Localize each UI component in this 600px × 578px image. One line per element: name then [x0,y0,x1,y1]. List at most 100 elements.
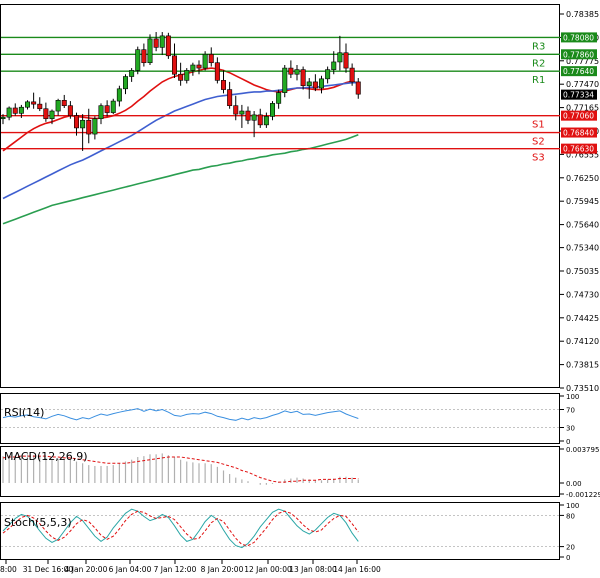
candle-body-down [172,55,178,75]
price-tick-label: 0.75945 [566,197,599,206]
candle-body-up [135,49,141,71]
candle-body-up [337,52,343,63]
candle-body-down [208,53,214,64]
candle-body-down [104,105,110,113]
candle-body-up [331,61,337,70]
candle-body-up [147,38,153,64]
time-axis: 08:0031 Dec 16:004 Jan 20:006 Jan 04:007… [0,560,381,574]
time-tick-label: 14 Jan 16:00 [333,565,381,574]
level-name-r3: R3 [532,41,545,52]
indicator-tick-label: 0 [566,438,570,446]
candle-body-down [12,107,18,114]
candle-body-up [294,69,300,75]
candle-body-down [178,73,184,81]
level-name-r1: R1 [532,75,545,86]
candle-body-down [165,35,171,57]
chart-canvas: 0.783850.780800.777750.774700.771650.768… [0,4,600,574]
candle-body-up [190,64,196,71]
indicator-tick-label: 0 [566,554,570,562]
candle-body-up [318,78,324,89]
level-price-label: 0.76630 [563,145,594,154]
candle-body-up [325,69,331,80]
candle-body-up [276,92,282,104]
candle-body-up [0,116,6,120]
candle-body-down [214,62,220,81]
candle-body-down [61,100,67,106]
candle-body-up [24,101,30,108]
rsi-panel: 100 70 30 0 RSI(14) [0,393,579,446]
price-panel-frame [0,4,560,388]
candle-body-down [227,89,233,106]
time-tick-label: 08:00 [0,565,17,574]
candle-body-up [251,114,257,121]
candle-body-down [349,67,355,83]
stoch-panel-frame [0,502,560,560]
candle-body-down [196,64,202,69]
level-price-label: 0.77860 [563,50,594,59]
time-tick-label: 4 Jan 20:00 [65,565,108,574]
time-tick-label: 13 Jan 08:00 [289,565,337,574]
price-tick-label: 0.76250 [566,174,599,183]
level-name-s2: S2 [532,137,545,148]
candle-body-up [263,116,269,126]
rsi-panel-frame [0,393,560,444]
candle-body-up [116,88,122,102]
candle-body-down [300,69,306,87]
price-tick-label: 0.78385 [566,10,599,19]
candle-body-up [306,81,312,87]
candle-body-down [141,49,147,64]
candle-body-down [233,105,239,115]
level-name-s3: S3 [532,153,545,164]
candle-body-down [31,101,37,105]
candle-body-down [153,38,159,48]
candle-body-down [37,103,43,110]
price-tick-label: 0.73815 [566,361,599,370]
candle-body-down [67,105,73,116]
level-price-label: 0.76840 [563,129,594,138]
candle-body-down [343,52,349,69]
indicator-tick-label: 80 [566,512,575,520]
candle-body-down [257,114,263,126]
candle-body-up [110,100,116,113]
price-tick-label: 0.74425 [566,314,599,323]
time-tick-label: 8 Jan 20:00 [201,565,244,574]
candle-body-up [98,105,104,120]
indicator-tick-label: 100 [566,393,579,401]
level-price-label: 0.77640 [563,67,594,76]
price-tick-label: 0.75035 [566,267,599,276]
candle-body-up [18,106,24,114]
candle-body-up [49,110,55,120]
candle-body-up [239,110,245,115]
current-price-label: 0.77334 [563,91,594,100]
candle-body-down [86,119,92,135]
indicator-tick-label: 0.00 [566,480,582,488]
level-price-label: 0.78080 [563,33,594,42]
candle-body-down [355,81,361,95]
price-tick-label: 0.73510 [566,384,599,393]
stoch-label: Stoch(5,5,3) [4,516,72,529]
candle-body-up [129,70,135,77]
candle-body-up [282,67,288,93]
price-tick-label: 0.77470 [566,80,599,89]
candle-body-up [92,118,98,135]
price-tick-label: 0.75340 [566,244,599,253]
indicator-tick-label: 20 [566,544,575,552]
level-price-label: 0.77060 [563,112,594,121]
candle-body-up [269,103,275,117]
candle-body-up [6,107,12,118]
price-tick-label: 0.74120 [566,337,599,346]
candle-body-down [288,67,294,75]
candle-body-down [43,108,49,120]
stoch-panel: 100 80 20 0 Stoch(5,5,3) [0,502,579,562]
candle-body-down [74,115,80,129]
time-tick-label: 12 Jan 00:00 [244,565,292,574]
candle-body-down [221,80,227,90]
indicator-tick-label: 70 [566,407,575,415]
candle-body-up [202,53,208,69]
macd-panel: 0.003795 0.00 -0.001229 MACD(12,26,9) [0,446,600,499]
candle-body-up [159,35,165,48]
level-name-r2: R2 [532,58,545,69]
indicator-tick-label: 0.003795 [566,446,599,454]
candle-body-up [80,119,86,129]
candle-body-up [55,100,61,112]
